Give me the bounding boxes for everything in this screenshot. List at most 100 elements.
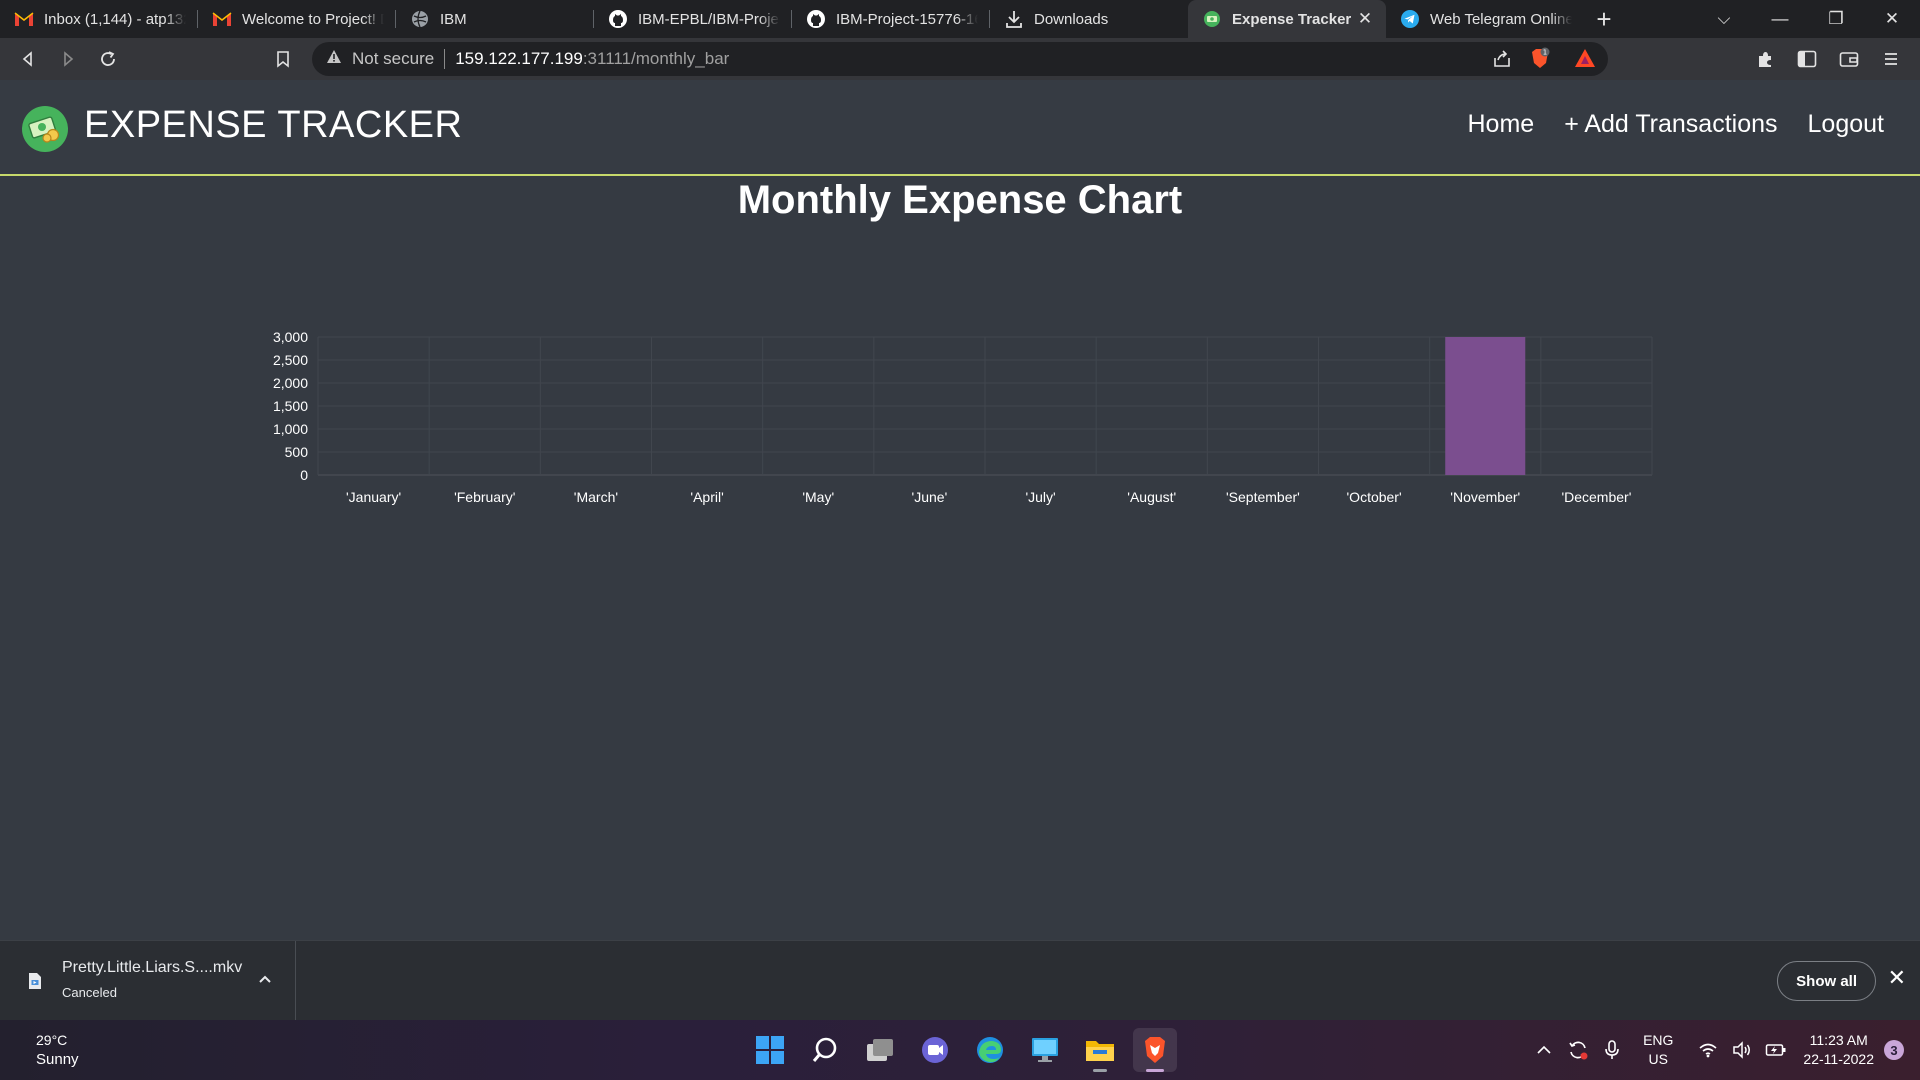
x-tick-label: 'November' bbox=[1450, 489, 1520, 505]
brave-browser-icon[interactable] bbox=[1133, 1028, 1177, 1072]
tab-github-project[interactable]: IBM-Project-15776-16 bbox=[792, 0, 990, 38]
windows-start-icon[interactable] bbox=[748, 1028, 792, 1072]
tab-ibm[interactable]: IBM bbox=[396, 0, 594, 38]
weather-condition: Sunny bbox=[36, 1051, 79, 1068]
new-tab-button[interactable]: + bbox=[1584, 0, 1624, 38]
github-icon bbox=[806, 9, 826, 29]
x-tick-label: 'April' bbox=[690, 489, 723, 505]
system-clock[interactable]: 11:23 AM 22-11-2022 bbox=[1803, 1031, 1874, 1069]
tab-web-telegram[interactable]: Web Telegram Online bbox=[1386, 0, 1584, 38]
y-tick-label: 1,000 bbox=[273, 421, 308, 437]
nav-home-link[interactable]: Home bbox=[1468, 110, 1535, 139]
security-label[interactable]: Not secure bbox=[352, 49, 434, 69]
minimize-icon[interactable]: — bbox=[1752, 9, 1808, 29]
tab-search-chevron-icon[interactable]: ⌵ bbox=[1696, 9, 1752, 29]
warning-icon bbox=[326, 49, 342, 69]
keyboard-region: US bbox=[1648, 1051, 1668, 1067]
tab-downloads[interactable]: Downloads bbox=[990, 0, 1188, 38]
temperature: 29°C bbox=[36, 1032, 68, 1048]
sync-icon[interactable] bbox=[1561, 1039, 1595, 1061]
expense-tracker-icon bbox=[1202, 9, 1222, 29]
weather-widget[interactable]: 29°C Sunny bbox=[36, 1032, 79, 1068]
clock-date: 22-11-2022 bbox=[1803, 1051, 1874, 1067]
nav-add-transactions-link[interactable]: + Add Transactions bbox=[1564, 110, 1777, 139]
x-tick-label: 'January' bbox=[346, 489, 401, 505]
x-tick-label: 'February' bbox=[454, 489, 515, 505]
y-tick-label: 2,000 bbox=[273, 375, 308, 391]
close-window-icon[interactable]: ✕ bbox=[1864, 9, 1920, 29]
reload-icon[interactable] bbox=[88, 42, 128, 76]
gmail-icon bbox=[212, 9, 232, 29]
show-all-downloads-button[interactable]: Show all bbox=[1777, 961, 1876, 1001]
svg-text:1: 1 bbox=[1543, 49, 1547, 57]
volume-icon[interactable] bbox=[1725, 1041, 1759, 1059]
chevron-up-icon[interactable] bbox=[1527, 1045, 1561, 1055]
chevron-up-icon[interactable] bbox=[258, 971, 272, 987]
main-nav: Home + Add Transactions Logout bbox=[1468, 110, 1885, 139]
clock-time: 11:23 AM bbox=[1809, 1032, 1868, 1048]
money-logo-icon bbox=[22, 106, 68, 152]
bookmark-icon[interactable] bbox=[263, 42, 303, 76]
tab-expense-tracker[interactable]: Expense Tracker ✕ bbox=[1188, 0, 1386, 38]
x-tick-label: 'September' bbox=[1226, 489, 1300, 505]
desktop-app-icon[interactable] bbox=[1023, 1028, 1067, 1072]
menu-icon[interactable] bbox=[1870, 51, 1912, 67]
tab-title: Downloads bbox=[1034, 10, 1109, 28]
x-tick-label: 'March' bbox=[574, 489, 618, 505]
tab-title: IBM bbox=[440, 10, 467, 28]
tab-title: Web Telegram Online bbox=[1430, 10, 1572, 28]
language-code: ENG bbox=[1643, 1032, 1674, 1048]
tab-github-epbl[interactable]: IBM-EPBL/IBM-Project bbox=[594, 0, 792, 38]
window-controls: ⌵ — ❐ ✕ bbox=[1696, 0, 1920, 38]
nav-logout-link[interactable]: Logout bbox=[1808, 110, 1884, 139]
url-host: 159.122.177.199 bbox=[455, 49, 583, 68]
wifi-icon[interactable] bbox=[1691, 1042, 1725, 1058]
brave-shields-icon[interactable]: 1 bbox=[1528, 47, 1552, 76]
wallet-icon[interactable] bbox=[1828, 50, 1870, 68]
sidebar-icon[interactable] bbox=[1786, 50, 1828, 68]
address-bar[interactable]: Not secure 159.122.177.199:31111/monthly… bbox=[312, 42, 1608, 76]
tab-title: Expense Tracker bbox=[1232, 10, 1352, 28]
y-tick-label: 500 bbox=[285, 444, 309, 460]
close-tab-icon[interactable]: ✕ bbox=[1356, 9, 1374, 29]
download-file-name: Pretty.Little.Liars.S....mkv bbox=[62, 959, 243, 976]
restore-icon[interactable]: ❐ bbox=[1808, 9, 1864, 29]
tab-gmail-inbox[interactable]: Inbox (1,144) - atp1320 bbox=[0, 0, 198, 38]
tab-gmail-welcome[interactable]: Welcome to Project! D bbox=[198, 0, 396, 38]
tab-title: Inbox (1,144) - atp1320 bbox=[44, 10, 186, 28]
x-tick-label: 'May' bbox=[802, 489, 834, 505]
microphone-icon[interactable] bbox=[1595, 1039, 1629, 1061]
file-icon bbox=[28, 972, 42, 995]
download-item[interactable]: Pretty.Little.Liars.S....mkv Canceled bbox=[0, 941, 296, 1021]
x-tick-label: 'August' bbox=[1127, 489, 1176, 505]
language-indicator[interactable]: ENG US bbox=[1643, 1031, 1673, 1069]
download-shelf: Pretty.Little.Liars.S....mkv Canceled Sh… bbox=[0, 940, 1920, 1021]
brave-rewards-icon[interactable] bbox=[1574, 48, 1596, 73]
y-tick-label: 0 bbox=[300, 467, 308, 483]
notification-badge[interactable]: 3 bbox=[1884, 1040, 1904, 1060]
bar-10 bbox=[1445, 337, 1526, 475]
close-icon[interactable]: ✕ bbox=[1888, 965, 1906, 991]
forward-icon[interactable] bbox=[48, 42, 88, 76]
github-icon bbox=[608, 9, 628, 29]
tab-title: IBM-Project-15776-16 bbox=[836, 10, 978, 28]
back-icon[interactable] bbox=[8, 42, 48, 76]
battery-icon[interactable] bbox=[1759, 1042, 1793, 1058]
task-view-icon[interactable] bbox=[858, 1028, 902, 1072]
y-tick-label: 1,500 bbox=[273, 398, 308, 414]
extensions-icon[interactable] bbox=[1744, 50, 1786, 68]
share-icon[interactable] bbox=[1492, 49, 1512, 74]
x-tick-label: 'June' bbox=[912, 489, 948, 505]
y-tick-label: 2,500 bbox=[273, 352, 308, 368]
search-icon[interactable] bbox=[803, 1028, 847, 1072]
teams-chat-icon[interactable] bbox=[913, 1028, 957, 1072]
globe-icon bbox=[410, 9, 430, 29]
url-path: :31111/monthly_bar bbox=[582, 49, 730, 68]
windows-taskbar: 29°C Sunny ENG US 11:23 AM 22-11-2022 3 bbox=[0, 1020, 1920, 1080]
app-header: EXPENSE TRACKER Home + Add Transactions … bbox=[0, 80, 1920, 176]
brand-title: EXPENSE TRACKER bbox=[84, 104, 463, 146]
edge-browser-icon[interactable] bbox=[968, 1028, 1012, 1072]
file-explorer-icon[interactable] bbox=[1078, 1028, 1122, 1072]
telegram-icon bbox=[1400, 9, 1420, 29]
tab-title: IBM-EPBL/IBM-Project bbox=[638, 10, 780, 28]
